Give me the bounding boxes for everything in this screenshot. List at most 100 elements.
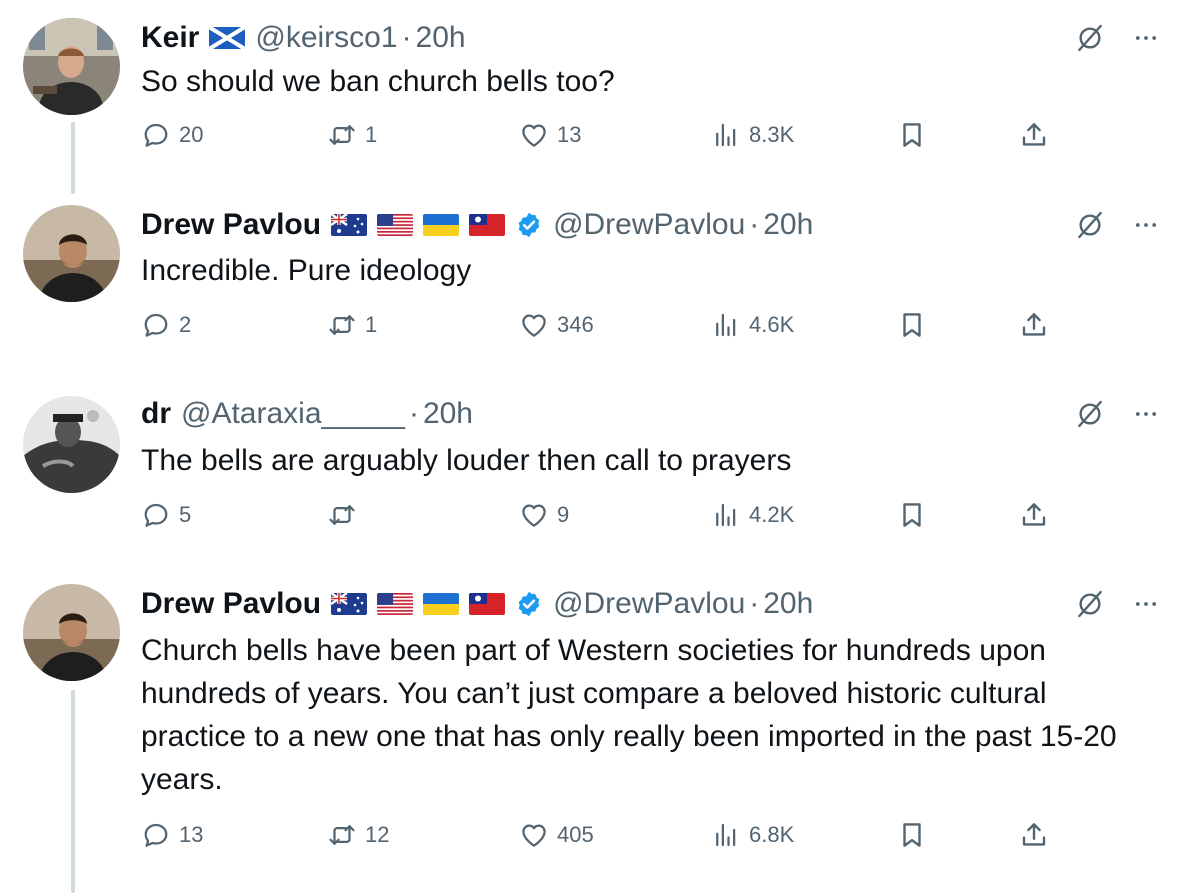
flag-usa-icon xyxy=(377,214,413,236)
timestamp[interactable]: 20h xyxy=(416,21,466,55)
like-count: 346 xyxy=(557,312,594,337)
action-bar: 2 1 346 4.6K xyxy=(141,308,1081,342)
flag-australia-icon xyxy=(331,214,367,236)
retweet-icon xyxy=(327,120,357,150)
avatar[interactable] xyxy=(23,584,120,681)
share-button[interactable] xyxy=(1019,818,1049,852)
like-icon xyxy=(519,310,549,340)
like-button[interactable]: 405 xyxy=(519,818,594,852)
like-icon xyxy=(519,120,549,150)
tweet[interactable]: dr @Ataraxia_____ · 20h The bells are ar… xyxy=(0,394,1200,534)
reply-icon xyxy=(141,120,171,150)
tweet-header: Keir @keirsco1 · 20h xyxy=(141,18,466,58)
timestamp[interactable]: 20h xyxy=(423,397,473,431)
separator: · xyxy=(401,21,412,54)
flag-scotland-icon xyxy=(209,27,245,49)
retweet-icon xyxy=(327,310,357,340)
reply-button[interactable]: 13 xyxy=(141,818,203,852)
timestamp[interactable]: 20h xyxy=(763,587,813,621)
flag-ukraine-icon xyxy=(423,214,459,236)
views-button[interactable]: 4.2K xyxy=(711,498,794,532)
handle[interactable]: @keirsco1 xyxy=(255,21,397,55)
grok-icon[interactable] xyxy=(1074,22,1106,54)
grok-icon[interactable] xyxy=(1074,209,1106,241)
tweet-text: Church bells have been part of Western s… xyxy=(141,634,1117,796)
retweet-button[interactable] xyxy=(327,498,365,532)
reply-icon xyxy=(141,310,171,340)
handle[interactable]: @DrewPavlou xyxy=(553,587,745,621)
retweet-count: 12 xyxy=(365,822,390,847)
display-name[interactable]: Keir xyxy=(141,21,199,55)
share-button[interactable] xyxy=(1019,118,1049,152)
handle[interactable]: @Ataraxia_____ xyxy=(181,397,405,431)
name-flags xyxy=(209,27,245,49)
flag-ukraine-icon xyxy=(423,593,459,615)
reply-count: 2 xyxy=(179,312,192,337)
retweet-button[interactable]: 1 xyxy=(327,118,377,152)
bookmark-button[interactable] xyxy=(897,498,927,532)
views-icon xyxy=(711,500,741,530)
bookmark-button[interactable] xyxy=(897,308,927,342)
grok-icon[interactable] xyxy=(1074,398,1106,430)
like-count: 13 xyxy=(557,122,582,147)
like-button[interactable]: 346 xyxy=(519,308,594,342)
views-count: 6.8K xyxy=(749,822,795,847)
avatar[interactable] xyxy=(23,18,120,115)
verified-badge-icon[interactable] xyxy=(515,590,543,618)
share-button[interactable] xyxy=(1019,498,1049,532)
reply-count: 13 xyxy=(179,822,204,847)
tweet-text: Incredible. Pure ideology xyxy=(141,254,472,287)
timestamp[interactable]: 20h xyxy=(763,208,813,242)
bookmark-icon xyxy=(897,820,927,850)
retweet-count: 1 xyxy=(365,122,378,147)
flag-taiwan-icon xyxy=(469,593,505,615)
more-icon[interactable] xyxy=(1132,400,1160,428)
like-button[interactable]: 13 xyxy=(519,118,581,152)
separator: · xyxy=(749,208,760,241)
bookmark-icon xyxy=(897,310,927,340)
more-icon[interactable] xyxy=(1132,211,1160,239)
reply-button[interactable]: 2 xyxy=(141,308,191,342)
views-button[interactable]: 8.3K xyxy=(711,118,794,152)
views-button[interactable]: 6.8K xyxy=(711,818,794,852)
views-icon xyxy=(711,120,741,150)
views-button[interactable]: 4.6K xyxy=(711,308,794,342)
like-count: 9 xyxy=(557,502,570,527)
retweet-icon xyxy=(327,820,357,850)
retweet-count: 1 xyxy=(365,312,378,337)
tweet-text: The bells are arguably louder then call … xyxy=(141,444,792,477)
reply-button[interactable]: 20 xyxy=(141,118,203,152)
flag-australia-icon xyxy=(331,593,367,615)
avatar[interactable] xyxy=(23,205,120,302)
like-button[interactable]: 9 xyxy=(519,498,569,532)
like-count: 405 xyxy=(557,822,594,847)
views-icon xyxy=(711,310,741,340)
more-icon[interactable] xyxy=(1132,590,1160,618)
tweet-header-actions xyxy=(1074,18,1160,58)
more-icon[interactable] xyxy=(1132,24,1160,52)
tweet[interactable]: Drew Pavlou @DrewPavlou · 20h Church bel… xyxy=(0,584,1200,874)
bookmark-button[interactable] xyxy=(897,818,927,852)
display-name[interactable]: Drew Pavlou xyxy=(141,587,321,621)
reply-count: 20 xyxy=(179,122,204,147)
verified-badge-icon[interactable] xyxy=(515,211,543,239)
reply-button[interactable]: 5 xyxy=(141,498,191,532)
views-count: 4.6K xyxy=(749,312,795,337)
grok-icon[interactable] xyxy=(1074,588,1106,620)
bookmark-button[interactable] xyxy=(897,118,927,152)
share-button[interactable] xyxy=(1019,308,1049,342)
display-name[interactable]: dr xyxy=(141,397,171,431)
display-name[interactable]: Drew Pavlou xyxy=(141,208,321,242)
retweet-button[interactable]: 1 xyxy=(327,308,377,342)
avatar[interactable] xyxy=(23,396,120,493)
tweet[interactable]: Drew Pavlou @DrewPavlou · 20h Incredible… xyxy=(0,205,1200,345)
handle[interactable]: @DrewPavlou xyxy=(553,208,745,242)
name-flags xyxy=(331,214,505,236)
reply-icon xyxy=(141,820,171,850)
views-count: 8.3K xyxy=(749,122,795,147)
flag-taiwan-icon xyxy=(469,214,505,236)
tweet[interactable]: Keir @keirsco1 · 20h So should we ban ch… xyxy=(0,18,1200,158)
retweet-button[interactable]: 12 xyxy=(327,818,389,852)
tweet-header-actions xyxy=(1074,584,1160,624)
separator: · xyxy=(749,587,760,620)
